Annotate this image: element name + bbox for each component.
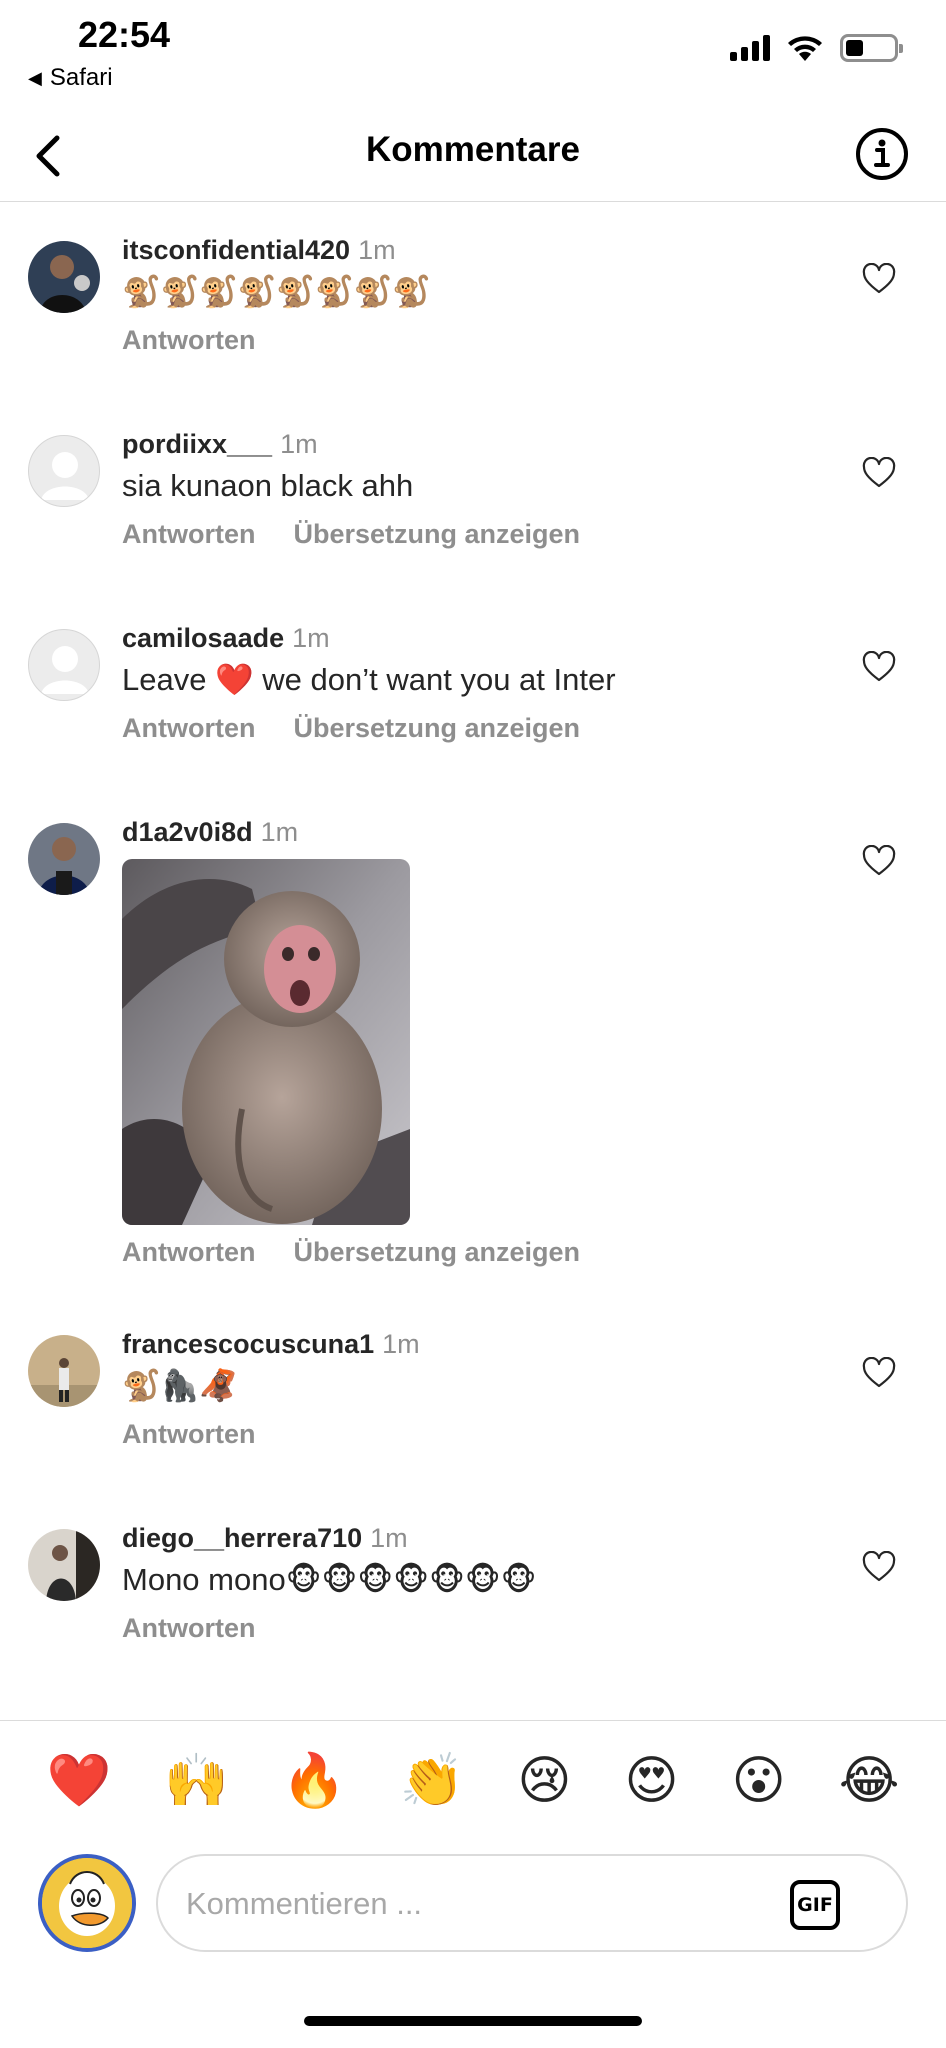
status-time: 22:54 — [78, 14, 171, 55]
status-bar: 22:54 ◀ Safari — [0, 0, 946, 100]
heart-icon[interactable] — [862, 651, 896, 683]
reply-button[interactable]: Antworten — [122, 1419, 255, 1450]
gif-shocked-monkey[interactable] — [122, 859, 410, 1225]
reaction-clap[interactable]: 👏 — [400, 1750, 465, 1811]
comment-username[interactable]: pordiixx___ — [122, 429, 272, 459]
comment-username[interactable]: francescocuscuna1 — [122, 1329, 374, 1359]
heart-icon[interactable] — [862, 263, 896, 295]
avatar[interactable] — [28, 1335, 100, 1407]
back-triangle-icon: ◀ — [28, 67, 42, 88]
avatar[interactable] — [28, 823, 100, 895]
comment-username[interactable]: d1a2v0i8d — [122, 817, 253, 847]
cellular-signal-icon — [730, 35, 770, 61]
avatar[interactable] — [28, 241, 100, 313]
status-icons — [730, 34, 903, 62]
comment-username[interactable]: diego__herrera710 — [122, 1523, 362, 1553]
translate-button[interactable]: Übersetzung anzeigen — [293, 1237, 580, 1268]
reaction-raised-hands[interactable]: 🙌 — [164, 1750, 229, 1811]
reaction-laughing[interactable]: 😂 — [839, 1751, 900, 1811]
heart-icon[interactable] — [862, 457, 896, 489]
comment-input-wrapper: GIF — [156, 1854, 908, 1952]
reaction-heart[interactable]: ❤️ — [46, 1750, 111, 1811]
comment-time: 1m — [370, 1523, 408, 1553]
back-to-app-link[interactable]: ◀ Safari — [28, 64, 113, 92]
comment-time: 1m — [382, 1329, 420, 1359]
header: Kommentare — [0, 110, 946, 202]
reply-button[interactable]: Antworten — [122, 713, 255, 744]
avatar[interactable] — [28, 435, 100, 507]
comment-item: francescocuscuna1 1m 🐒🦍🦧 Antworten — [0, 1327, 946, 1450]
battery-icon — [840, 34, 903, 62]
avatar[interactable] — [28, 629, 100, 701]
comment-item: pordiixx___ 1m sia kunaon black ahh Antwo… — [0, 427, 946, 550]
comment-time: 1m — [280, 429, 318, 459]
heart-icon[interactable] — [862, 1357, 896, 1389]
reaction-fire[interactable]: 🔥 — [282, 1750, 347, 1811]
reply-button[interactable]: Antworten — [122, 1237, 255, 1268]
comment-text: Mono mono🐵🐵🐵🐵🐵🐵🐵 — [122, 1562, 537, 1597]
current-user-avatar — [38, 1854, 136, 1952]
comment-item: d1a2v0i8d 1m Antworten Übersetzung anzei… — [0, 815, 946, 1275]
comment-composer: GIF — [0, 1840, 946, 1970]
wifi-icon — [788, 36, 822, 61]
comment-text: 🐒🐒🐒🐒🐒🐒🐒🐒 — [122, 274, 431, 309]
comment-time: 1m — [292, 623, 330, 653]
comment-input[interactable] — [186, 1878, 786, 1930]
comment-text: Leave ❤️ we don’t want you at Inter — [122, 662, 616, 697]
back-app-label: Safari — [49, 64, 113, 91]
translate-button[interactable]: Übersetzung anzeigen — [293, 519, 580, 550]
comment-username[interactable]: camilosaade — [122, 623, 284, 653]
comment-item: itsconfidential420 1m 🐒🐒🐒🐒🐒🐒🐒🐒 Antworten — [0, 233, 946, 356]
reaction-surprised[interactable]: 😮 — [732, 1751, 786, 1811]
page-title: Kommentare — [366, 130, 580, 169]
quick-reaction-bar: ❤️ 🙌 🔥 👏 😢 😍 😮 😂 — [0, 1720, 946, 1840]
comment-text: 🐒🦍🦧 — [122, 1368, 238, 1403]
reply-button[interactable]: Antworten — [122, 519, 255, 550]
comment-text: sia kunaon black ahh — [122, 468, 414, 503]
reaction-crying[interactable]: 😢 — [517, 1751, 571, 1811]
comment-item: camilosaade 1m Leave ❤️ we don’t want you… — [0, 621, 946, 744]
info-button[interactable] — [852, 124, 912, 184]
comment-item: diego__herrera710 1m Mono mono🐵🐵🐵🐵🐵🐵🐵 Ant… — [0, 1521, 946, 1644]
comment-time: 1m — [260, 817, 299, 847]
heart-icon[interactable] — [862, 845, 896, 877]
comment-time: 1m — [358, 235, 396, 265]
reply-button[interactable]: Antworten — [122, 325, 255, 356]
avatar[interactable] — [28, 1529, 100, 1601]
heart-icon[interactable] — [862, 1551, 896, 1583]
translate-button[interactable]: Übersetzung anzeigen — [293, 713, 580, 744]
reply-button[interactable]: Antworten — [122, 1613, 255, 1644]
info-icon — [856, 128, 908, 180]
home-indicator — [304, 2016, 642, 2026]
comment-username[interactable]: itsconfidential420 — [122, 235, 350, 265]
gif-button[interactable]: GIF — [790, 1880, 840, 1930]
reaction-heart-eyes[interactable]: 😍 — [624, 1751, 678, 1811]
